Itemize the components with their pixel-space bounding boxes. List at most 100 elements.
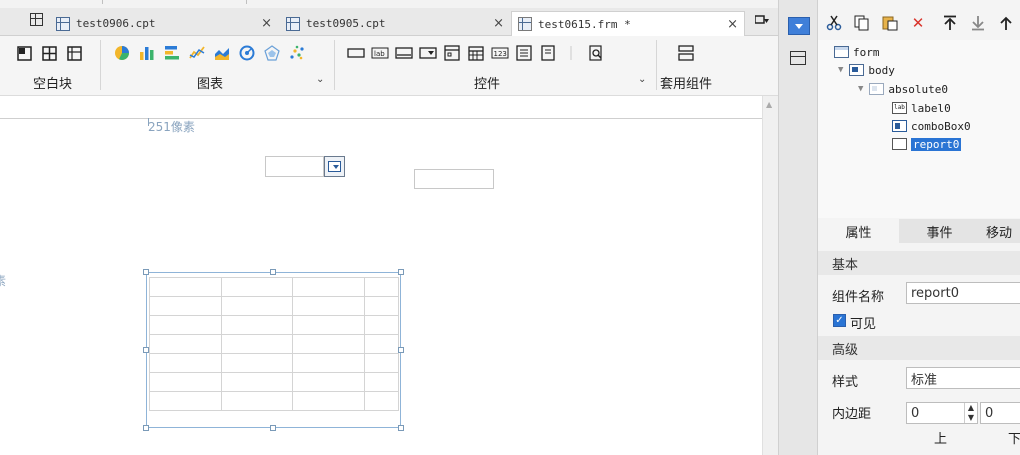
report-cell[interactable] xyxy=(149,334,222,354)
report-cell[interactable] xyxy=(292,296,366,316)
resize-handle-e[interactable] xyxy=(398,347,404,353)
tab-test0906[interactable]: test0906.cpt × xyxy=(50,11,278,36)
visible-checkbox[interactable]: ✓ xyxy=(833,314,846,327)
report-cell[interactable] xyxy=(149,296,222,316)
tree-node-body[interactable]: ▼ body xyxy=(838,62,895,78)
section-basic[interactable]: 基本 xyxy=(818,251,1020,275)
template-component-icon[interactable] xyxy=(676,43,696,63)
report-cell[interactable] xyxy=(292,277,366,297)
resize-handle-nw[interactable] xyxy=(143,269,149,275)
chevron-down-icon[interactable]: ⌄ xyxy=(316,74,324,85)
report-cell[interactable] xyxy=(292,353,366,373)
report-cell[interactable] xyxy=(292,391,366,411)
delete-icon[interactable]: ✕ xyxy=(906,12,930,34)
report-cell[interactable] xyxy=(220,296,294,316)
section-advanced[interactable]: 高级 xyxy=(818,336,1020,360)
report-cell[interactable] xyxy=(220,391,294,411)
resize-handle-sw[interactable] xyxy=(143,425,149,431)
scatter-chart-icon[interactable] xyxy=(287,43,307,63)
resize-handle-w[interactable] xyxy=(143,347,149,353)
label-widget[interactable] xyxy=(414,169,494,189)
close-icon[interactable]: × xyxy=(261,16,272,31)
report-cell[interactable] xyxy=(364,391,399,411)
report-cell[interactable] xyxy=(292,334,366,354)
report-cell[interactable] xyxy=(364,315,399,335)
new-report-icon[interactable] xyxy=(30,13,43,26)
file-widget-icon[interactable] xyxy=(538,43,558,63)
move-up-icon[interactable] xyxy=(994,12,1018,34)
tree-node-label0[interactable]: lab label0 xyxy=(892,100,951,116)
chevron-down-icon[interactable]: ⌄ xyxy=(638,74,646,85)
spinner-icon[interactable]: ▲ ▼ xyxy=(964,403,977,423)
dropdown-widget-icon[interactable] xyxy=(418,43,438,63)
resize-handle-s[interactable] xyxy=(270,425,276,431)
expand-toggle-icon[interactable]: ▼ xyxy=(858,84,863,94)
report-cell[interactable] xyxy=(149,277,222,297)
combobox-dropdown-icon[interactable] xyxy=(324,156,345,177)
report-cell[interactable] xyxy=(220,315,294,335)
more-widgets-icon[interactable] xyxy=(562,43,582,63)
canvas-vertical-scrollbar[interactable]: ▲ xyxy=(762,96,778,455)
report-cell[interactable] xyxy=(292,372,366,392)
report-cell[interactable] xyxy=(364,334,399,354)
resize-handle-n[interactable] xyxy=(270,269,276,275)
absolute-layout-icon[interactable] xyxy=(14,43,34,63)
tab-test0615[interactable]: test0615.frm * × xyxy=(511,11,745,36)
widget-library-icon[interactable] xyxy=(790,51,806,65)
resize-handle-ne[interactable] xyxy=(398,269,404,275)
report-cell[interactable] xyxy=(220,277,294,297)
tree-widget-icon[interactable] xyxy=(442,43,462,63)
grid-layout-icon[interactable] xyxy=(64,43,84,63)
gauge-chart-icon[interactable] xyxy=(237,43,257,63)
combobox-widget[interactable] xyxy=(265,156,324,177)
resize-handle-se[interactable] xyxy=(398,425,404,431)
date-widget-icon[interactable] xyxy=(466,43,486,63)
report-cell[interactable] xyxy=(149,391,222,411)
tree-node-form[interactable]: form xyxy=(834,44,880,60)
close-icon[interactable]: × xyxy=(727,17,738,32)
report-cell[interactable] xyxy=(220,334,294,354)
scroll-up-icon[interactable]: ▲ xyxy=(766,100,772,109)
copy-icon[interactable] xyxy=(850,12,874,34)
padding-bottom-input[interactable]: 0 xyxy=(980,402,1020,424)
horizontal-bar-chart-icon[interactable] xyxy=(162,43,182,63)
style-select[interactable]: 标准 xyxy=(906,367,1020,389)
report-cell[interactable] xyxy=(149,353,222,373)
padding-top-input[interactable]: 0 ▲ ▼ xyxy=(906,402,978,424)
report-cell[interactable] xyxy=(220,353,294,373)
tree-node-combobox0[interactable]: comboBox0 xyxy=(892,118,971,134)
move-down-icon[interactable] xyxy=(966,12,990,34)
area-chart-icon[interactable] xyxy=(212,43,232,63)
button-widget-icon[interactable] xyxy=(394,43,414,63)
tab-test0905[interactable]: test0905.cpt × xyxy=(280,11,510,36)
report-cell[interactable] xyxy=(220,372,294,392)
label-widget-icon[interactable]: lab xyxy=(370,43,390,63)
component-name-input[interactable]: report0 xyxy=(906,282,1020,304)
radar-chart-icon[interactable] xyxy=(262,43,282,63)
close-icon[interactable]: × xyxy=(493,16,504,31)
list-widget-icon[interactable] xyxy=(514,43,534,63)
report-cell[interactable] xyxy=(149,315,222,335)
tab-list-menu-icon[interactable] xyxy=(752,10,772,30)
search-widget-icon[interactable] xyxy=(586,43,606,63)
report-cell[interactable] xyxy=(364,372,399,392)
bar-chart-icon[interactable] xyxy=(137,43,157,63)
report-cell[interactable] xyxy=(292,315,366,335)
tab-events[interactable]: 事件 xyxy=(899,219,980,243)
number-widget-icon[interactable]: 123 xyxy=(490,43,510,63)
tab-layout-icon[interactable] xyxy=(39,43,59,63)
report-cell[interactable] xyxy=(364,353,399,373)
pie-chart-icon[interactable] xyxy=(112,43,132,63)
report-cell[interactable] xyxy=(364,277,399,297)
report-widget[interactable] xyxy=(146,272,401,428)
tree-node-report0[interactable]: report0 xyxy=(892,136,962,152)
move-top-icon[interactable] xyxy=(938,12,962,34)
report-cell[interactable] xyxy=(149,372,222,392)
report-cell[interactable] xyxy=(364,296,399,316)
cut-icon[interactable] xyxy=(822,12,846,34)
component-settings-icon[interactable] xyxy=(788,17,810,35)
expand-toggle-icon[interactable]: ▼ xyxy=(838,65,843,75)
tab-mobile[interactable]: 移动 xyxy=(980,219,1020,243)
tree-node-absolute0[interactable]: ▼ absolute0 xyxy=(858,81,948,97)
text-field-icon[interactable] xyxy=(346,43,366,63)
